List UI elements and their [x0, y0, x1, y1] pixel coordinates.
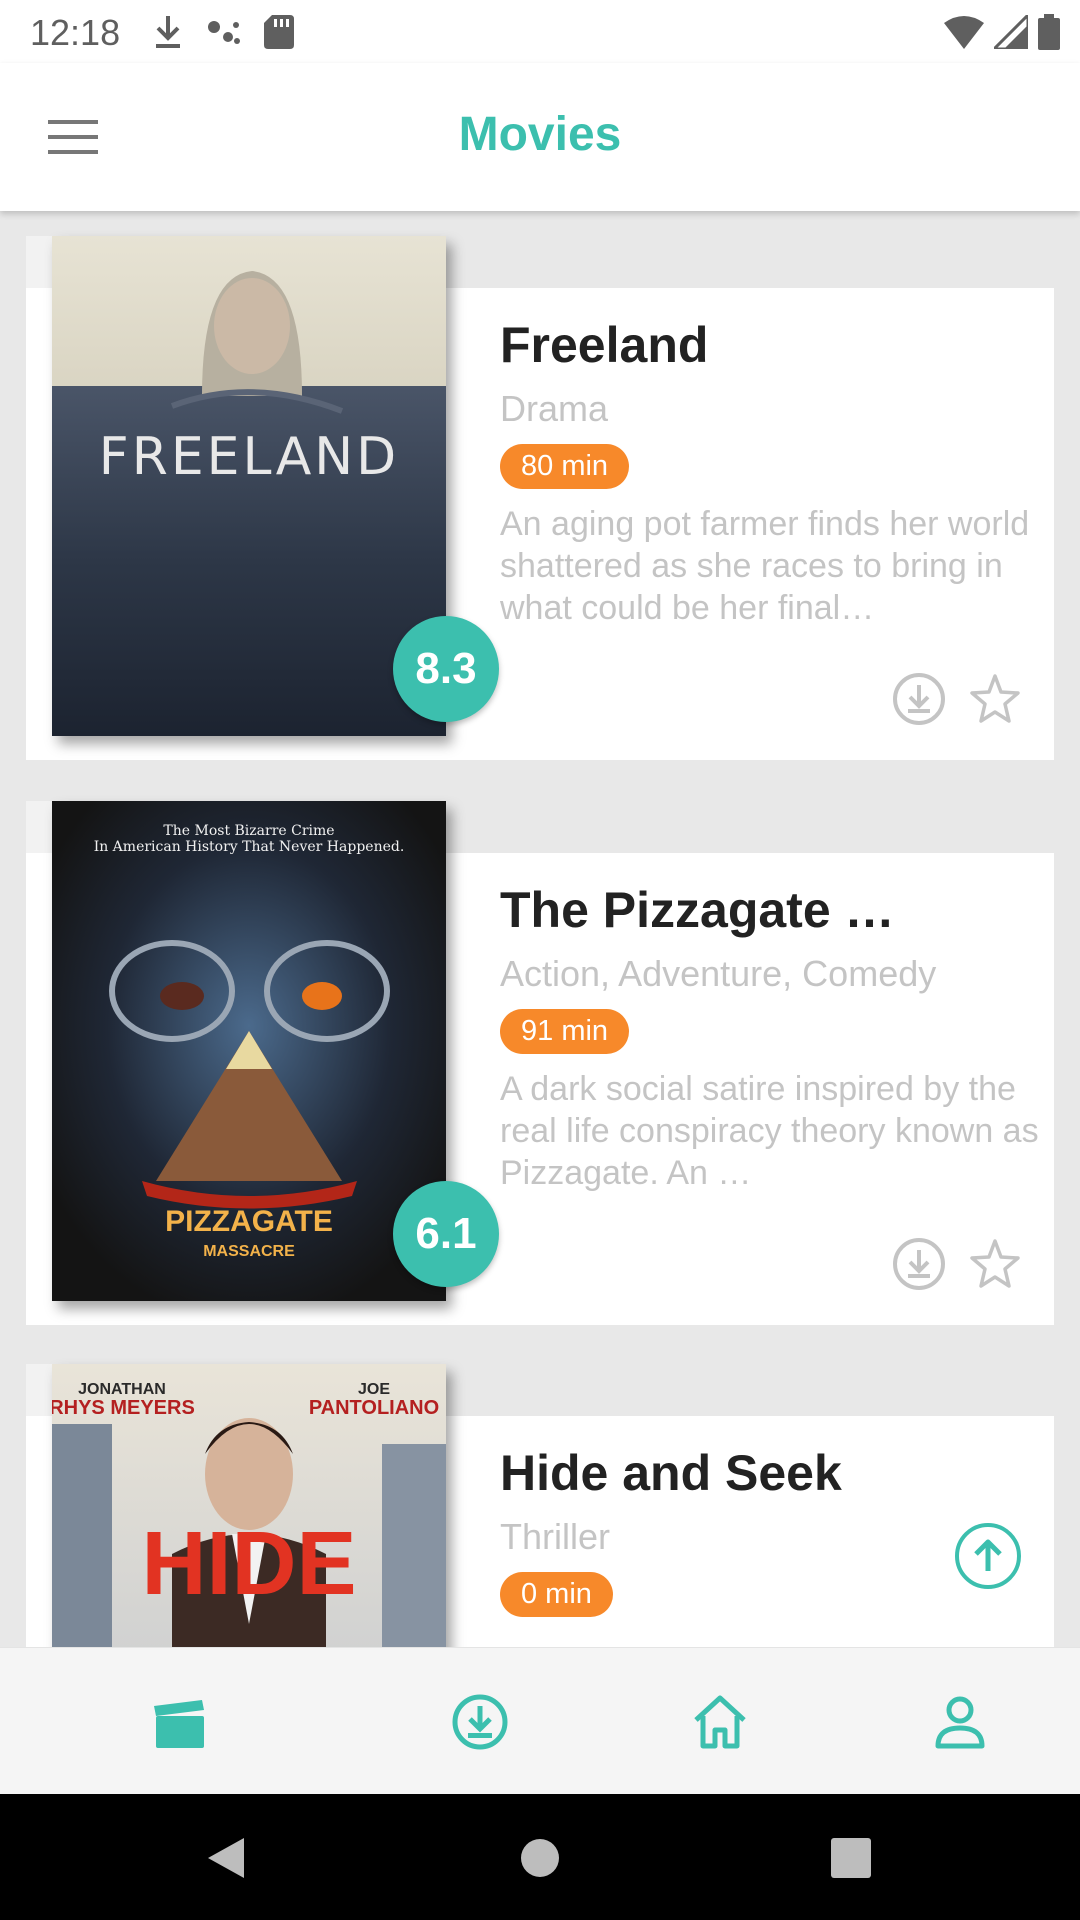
movie-poster[interactable]: JONATHAN RHYS MEYERS JOE PANTOLIANO HIDE	[52, 1364, 446, 1647]
svg-text:JONATHAN: JONATHAN	[78, 1381, 166, 1398]
poster-title-text: PIZZAGATE	[165, 1205, 333, 1238]
download-status-icon	[156, 16, 180, 48]
rating-badge: 6.1	[393, 1181, 499, 1287]
runtime-badge: 91 min	[500, 1009, 630, 1054]
bottom-nav	[0, 1647, 1080, 1794]
profile-icon[interactable]	[930, 1692, 990, 1752]
movie-title[interactable]: Freeland	[500, 316, 1040, 374]
svg-text:PANTOLIANO: PANTOLIANO	[309, 1397, 439, 1419]
scroll-to-top-button[interactable]	[953, 1521, 1023, 1591]
movie-card[interactable]: JONATHAN RHYS MEYERS JOE PANTOLIANO HIDE…	[26, 1364, 1054, 1647]
movie-poster[interactable]: The Most Bizarre Crime In American Histo…	[52, 801, 446, 1301]
battery-icon	[1038, 14, 1060, 50]
svg-text:JOE: JOE	[358, 1381, 390, 1398]
movie-description: An aging pot farmer finds her world shat…	[500, 505, 1030, 627]
back-icon[interactable]	[204, 1834, 248, 1882]
movie-title[interactable]: Hide and Seek	[500, 1444, 1040, 1502]
movie-description: A dark social satire inspired by the rea…	[500, 1070, 1039, 1192]
sdcard-status-icon	[264, 15, 294, 49]
signal-icon	[994, 15, 1028, 49]
assistant-status-icon	[208, 21, 240, 44]
star-icon[interactable]	[968, 672, 1022, 726]
poster-title-text: HIDE	[141, 1514, 356, 1614]
movie-title[interactable]: The Pizzagate …	[500, 881, 1040, 939]
movie-card[interactable]: The Most Bizarre Crime In American Histo…	[26, 801, 1054, 1331]
movies-icon[interactable]	[150, 1692, 210, 1752]
download-icon[interactable]	[450, 1692, 510, 1752]
svg-text:RHYS MEYERS: RHYS MEYERS	[52, 1397, 195, 1419]
page-title: Movies	[458, 108, 622, 161]
download-icon[interactable]	[892, 672, 946, 726]
svg-text:In American History That Never: In American History That Never Happened.	[94, 839, 405, 855]
home-nav-icon[interactable]	[520, 1838, 560, 1878]
movie-list[interactable]: FREELAND Freeland Drama 80 min An aging …	[0, 211, 1080, 1647]
status-time: 12:18	[30, 12, 121, 53]
wifi-icon	[944, 16, 984, 49]
system-nav-bar	[0, 1794, 1080, 1920]
runtime-badge: 80 min	[500, 444, 630, 489]
movie-poster[interactable]: FREELAND	[52, 236, 446, 736]
rating-badge: 8.3	[393, 616, 499, 722]
app-bar: Movies	[0, 63, 1080, 211]
home-icon[interactable]	[690, 1692, 750, 1752]
runtime-badge: 0 min	[500, 1572, 613, 1617]
recents-icon[interactable]	[831, 1838, 871, 1878]
svg-text:The Most Bizarre Crime: The Most Bizarre Crime	[163, 823, 334, 839]
svg-text:MASSACRE: MASSACRE	[203, 1243, 295, 1260]
movie-genre: Drama	[500, 388, 609, 429]
movie-genre: Action, Adventure, Comedy	[500, 953, 937, 994]
movie-card[interactable]: FREELAND Freeland Drama 80 min An aging …	[26, 236, 1054, 766]
download-icon[interactable]	[892, 1237, 946, 1291]
star-icon[interactable]	[968, 1237, 1022, 1291]
status-bar: 12:18	[0, 0, 1080, 63]
poster-title-text: FREELAND	[99, 427, 399, 487]
